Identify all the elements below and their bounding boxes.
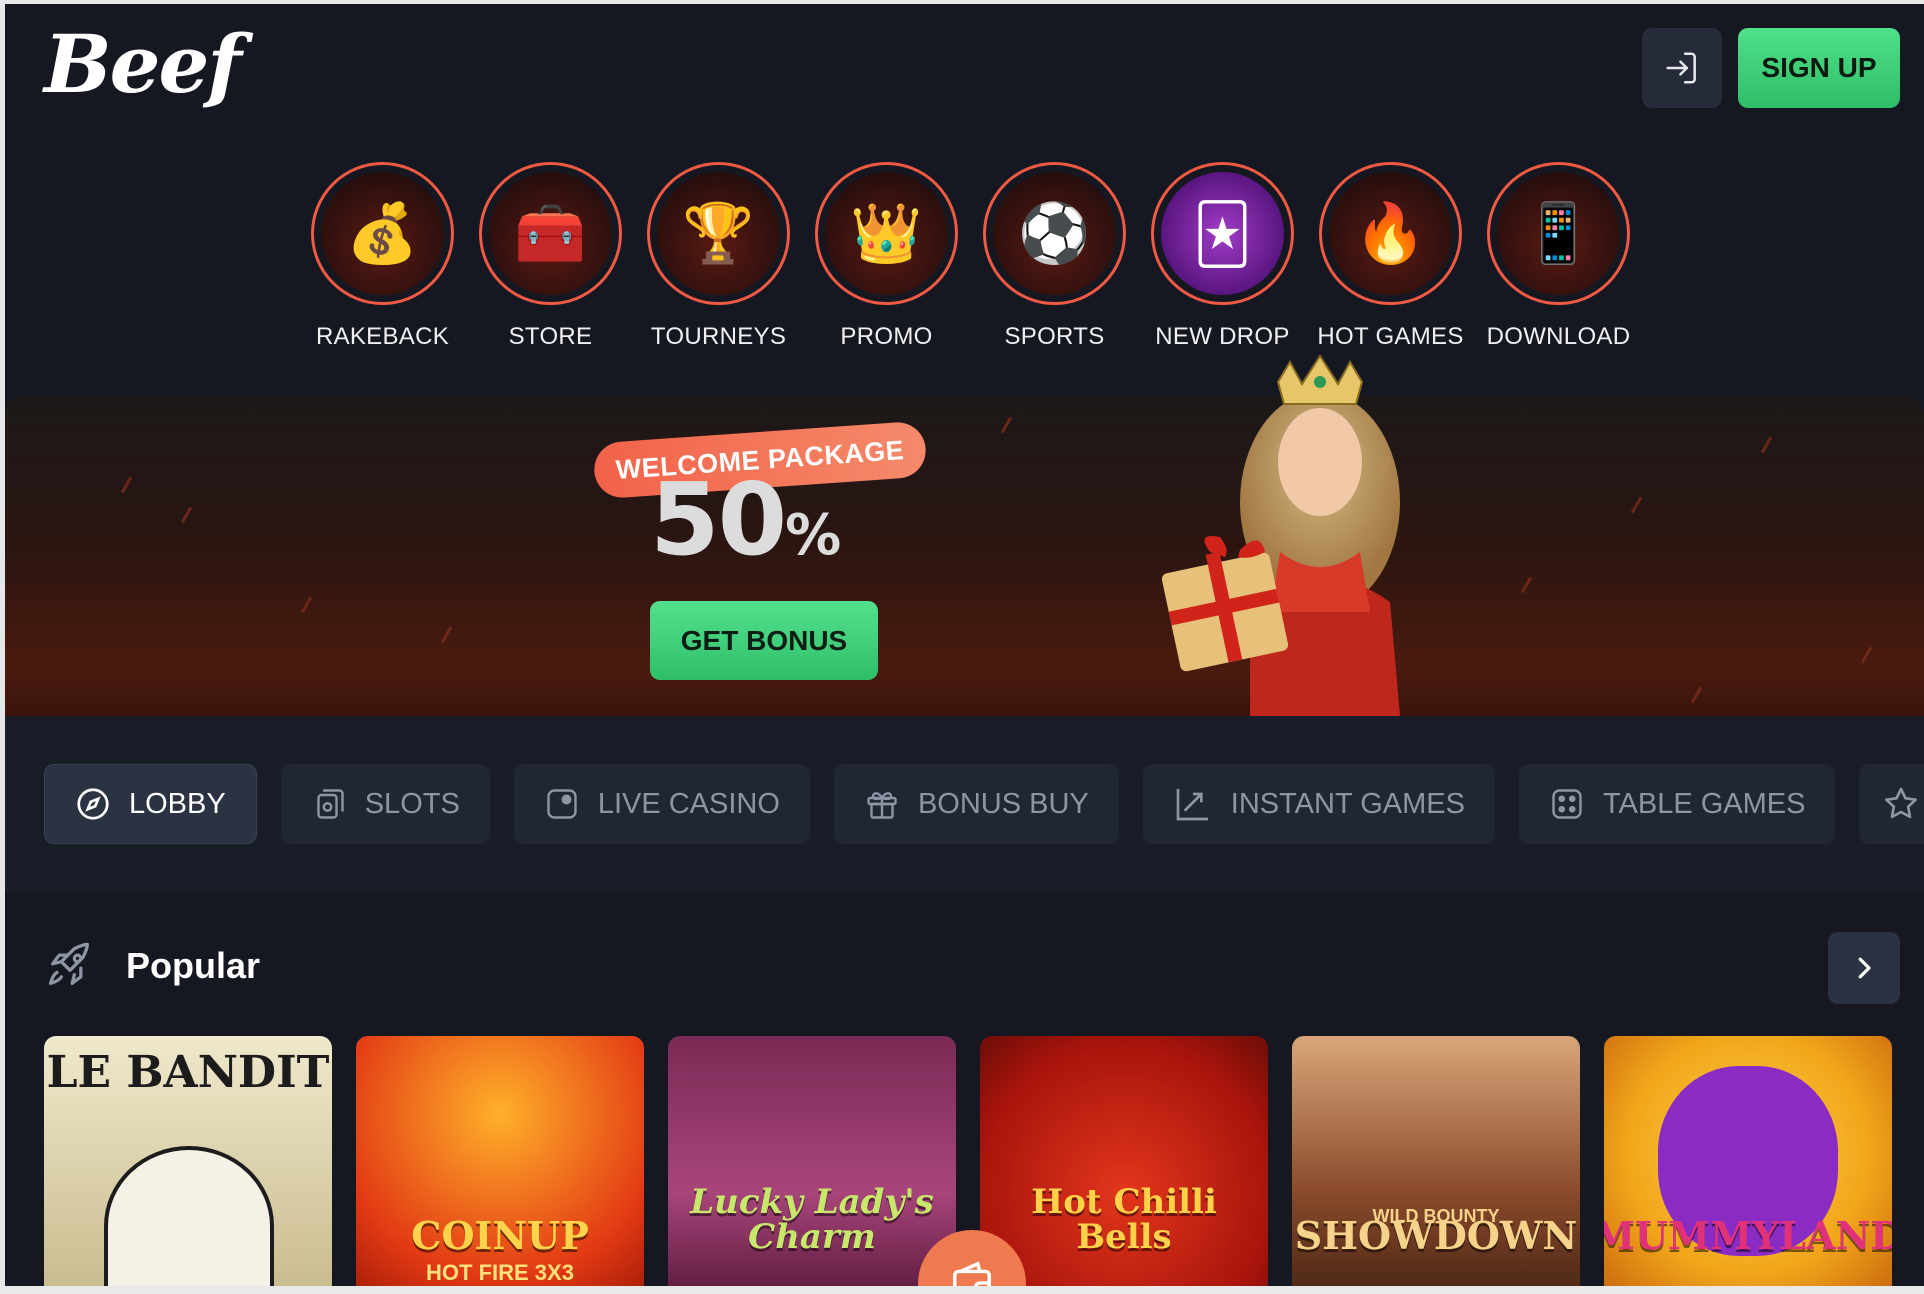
story-label: PROMO	[840, 323, 933, 350]
story-label: HOT GAMES	[1317, 323, 1464, 350]
story-ring: 📱	[1487, 162, 1630, 305]
story-label: NEW DROP	[1155, 323, 1290, 350]
spark-decoration	[120, 476, 133, 494]
live-casino-icon	[547, 789, 577, 819]
game-subtitle: WILD BOUNTY	[1372, 1206, 1500, 1226]
spark-decoration	[300, 596, 313, 614]
story-rakeback[interactable]: 💰 RAKEBACK	[311, 162, 454, 351]
story-label: DOWNLOAD	[1486, 323, 1631, 350]
casino-lobby-page: Beef SIGN UP 💰 RAKEBACK 🧰 STORE 🏆 TOURNE…	[0, 0, 1924, 1294]
spark-decoration	[440, 626, 453, 644]
game-title: COINUP	[411, 1213, 589, 1259]
phone-app-icon: 📱	[1497, 172, 1620, 295]
dice-icon	[1552, 789, 1582, 819]
game-title: MUMMYLAND	[1604, 1213, 1892, 1259]
story-ring: 🔥	[1319, 162, 1462, 305]
story-promo[interactable]: 👑 PROMO	[815, 162, 958, 351]
raccoon-illustration	[104, 1146, 274, 1294]
store-chest-icon: 🧰	[489, 172, 612, 295]
spark-decoration	[1760, 436, 1773, 454]
story-label: TOURNEYS	[650, 323, 787, 350]
game-title: Hot Chilli Bells	[1031, 1181, 1217, 1258]
get-bonus-button[interactable]: GET BONUS	[650, 601, 878, 680]
story-sports[interactable]: ⚽ SPORTS	[983, 162, 1126, 351]
story-tourneys[interactable]: 🏆 TOURNEYS	[647, 162, 790, 351]
game-card-le-bandit[interactable]: LE BANDIT	[44, 1036, 332, 1294]
star-icon	[1885, 787, 1918, 819]
welcome-banner[interactable]	[5, 396, 1924, 716]
bonus-percent: 50%	[650, 470, 841, 570]
joker-game-icon: 🃏	[1161, 172, 1284, 295]
story-ring: 🃏	[1151, 162, 1294, 305]
tab-label: INSTANT GAMES	[1230, 787, 1465, 820]
story-label: SPORTS	[1004, 323, 1105, 350]
sign-up-button[interactable]: SIGN UP	[1738, 28, 1900, 108]
soccer-ball-icon: ⚽	[993, 172, 1116, 295]
tab-label: SLOTS	[364, 787, 460, 820]
game-title: LE BANDIT	[46, 1047, 330, 1098]
story-hot-games[interactable]: 🔥 HOT GAMES	[1317, 162, 1464, 351]
hero-queen-illustration	[1161, 354, 1400, 716]
game-card-wild-bounty-showdown[interactable]: WILD BOUNTY SHOWDOWN	[1292, 1036, 1580, 1294]
tab-instant-games[interactable]: INSTANT GAMES	[1142, 764, 1495, 844]
spark-decoration	[1860, 646, 1873, 664]
story-label: STORE	[508, 323, 593, 350]
chevron-right-icon	[1858, 957, 1871, 979]
story-download[interactable]: 📱 DOWNLOAD	[1487, 162, 1630, 351]
game-subtitle: HOT FIRE 3X3	[426, 1260, 574, 1285]
game-title: Lucky Lady's Charm	[690, 1181, 934, 1258]
slots-cards-icon	[317, 789, 344, 819]
story-label: RAKEBACK	[315, 323, 450, 350]
treasure-chest-icon: 💰	[321, 172, 444, 295]
rocket-icon	[48, 942, 89, 985]
game-card-hot-chilli-bells[interactable]: Hot Chilli Bells	[980, 1036, 1268, 1294]
spark-decoration	[1000, 416, 1013, 434]
story-ring: ⚽	[983, 162, 1126, 305]
login-arrow-icon	[1666, 52, 1696, 84]
tab-slots[interactable]: SLOTS	[280, 764, 490, 844]
popular-header: Popular	[44, 940, 260, 992]
browser-top-edge	[0, 0, 1924, 4]
game-card-mummyland[interactable]: MUMMYLAND	[1604, 1036, 1892, 1294]
game-card-lucky-ladys-charm[interactable]: Lucky Lady's Charm	[668, 1036, 956, 1294]
story-new-drop[interactable]: 🃏 NEW DROP	[1151, 162, 1294, 351]
login-button[interactable]	[1642, 28, 1722, 108]
popular-next-button[interactable]	[1828, 932, 1900, 1004]
bonus-percent-symbol: %	[785, 503, 842, 568]
popular-title: Popular	[126, 945, 261, 986]
site-logo[interactable]: Beef	[44, 24, 242, 104]
flame-icon: 🔥	[1329, 172, 1452, 295]
story-ring: 💰	[311, 162, 454, 305]
trophy-icon: 🏆	[657, 172, 780, 295]
compass-icon	[77, 788, 109, 820]
tab-bonus-buy[interactable]: BONUS BUY	[833, 764, 1119, 844]
spark-decoration	[180, 506, 193, 524]
tab-label: LIVE CASINO	[597, 787, 780, 820]
bonus-percent-value: 50	[650, 461, 787, 578]
tab-live-casino[interactable]: LIVE CASINO	[513, 764, 810, 844]
tab-lobby[interactable]: LOBBY	[44, 764, 257, 844]
gift-icon	[867, 792, 897, 819]
tab-favorites[interactable]	[1859, 764, 1924, 844]
chart-arrow-icon	[1176, 789, 1208, 821]
story-store[interactable]: 🧰 STORE	[479, 162, 622, 351]
spark-decoration	[1690, 686, 1703, 704]
tab-label: LOBBY	[129, 787, 226, 820]
crown-icon: 👑	[825, 172, 948, 295]
story-ring: 🧰	[479, 162, 622, 305]
game-card-coinup[interactable]: COINUP HOT FIRE 3X3	[356, 1036, 644, 1294]
tab-label: TABLE GAMES	[1602, 787, 1806, 820]
story-ring: 👑	[815, 162, 958, 305]
tab-table-games[interactable]: TABLE GAMES	[1518, 764, 1836, 844]
spark-decoration	[1630, 496, 1643, 514]
category-tabs: LOBBY SLOTS LIVE CASINO BONUS BUY INSTAN…	[44, 764, 1924, 844]
spark-decoration	[1520, 576, 1533, 594]
story-strip: 💰 RAKEBACK 🧰 STORE 🏆 TOURNEYS 👑 PROMO ⚽ …	[311, 162, 1630, 351]
tab-label: BONUS BUY	[917, 787, 1089, 820]
window-bottom-edge	[0, 1286, 1924, 1294]
story-ring: 🏆	[647, 162, 790, 305]
